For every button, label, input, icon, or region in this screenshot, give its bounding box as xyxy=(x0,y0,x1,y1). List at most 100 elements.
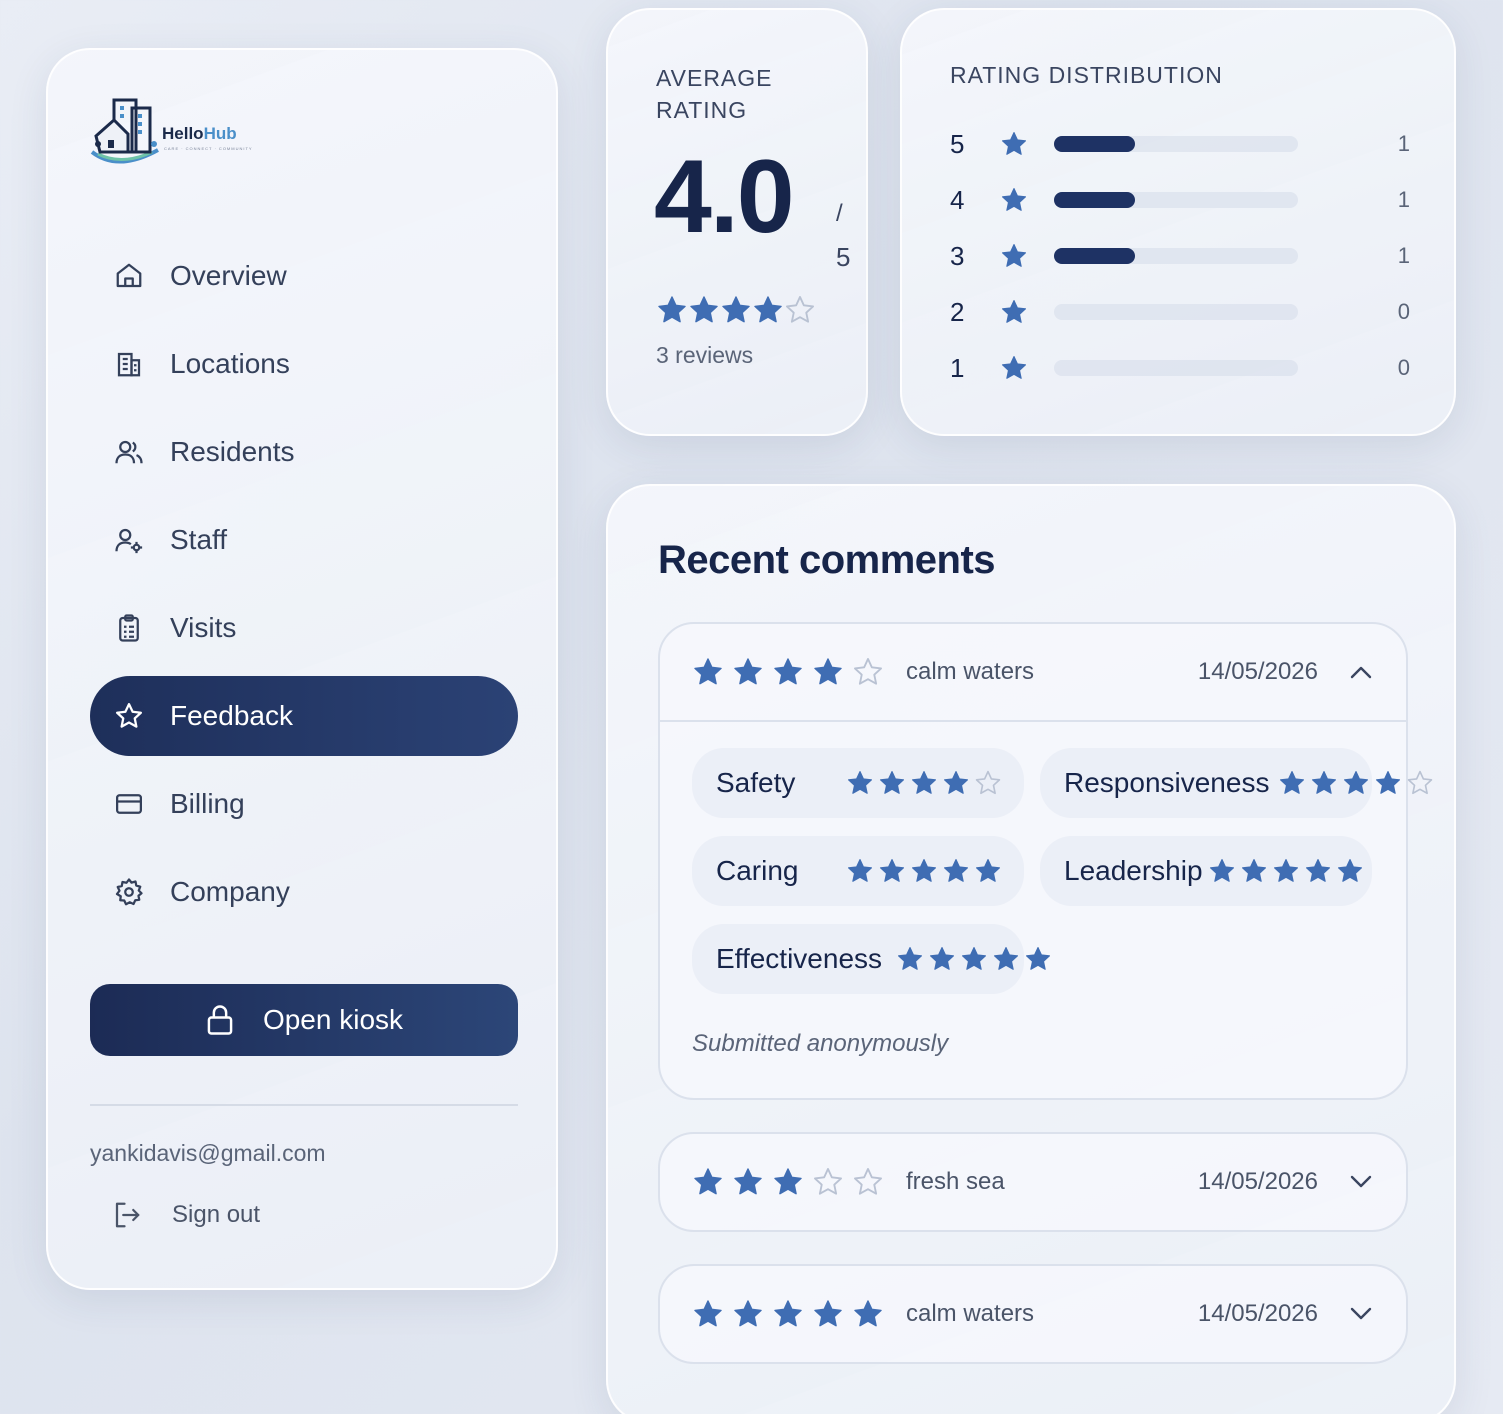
sidebar-divider xyxy=(90,1104,518,1106)
open-kiosk-button[interactable]: Open kiosk xyxy=(90,984,518,1056)
star-filled-icon xyxy=(975,858,1001,882)
distribution-bar-fill xyxy=(1054,136,1135,152)
card-icon xyxy=(112,787,146,821)
star-filled-icon xyxy=(694,1300,722,1327)
sidebar-item-overview[interactable]: Overview xyxy=(90,236,518,316)
comment-item: fresh sea 14/05/2026 xyxy=(658,1132,1408,1232)
star-filled-icon xyxy=(1001,243,1027,267)
distribution-row-3: 3 1 xyxy=(950,236,1410,276)
criterion-label: Leadership xyxy=(1064,855,1203,886)
user-gear-icon xyxy=(112,523,146,557)
star-filled-icon xyxy=(1001,187,1027,211)
open-kiosk-label: Open kiosk xyxy=(262,1004,404,1035)
comment-star-row xyxy=(692,1166,884,1198)
star-filled-icon xyxy=(774,1300,802,1327)
comment-header[interactable]: calm waters 14/05/2026 xyxy=(660,1266,1406,1362)
building-icon xyxy=(112,347,146,381)
chevron-down-icon[interactable] xyxy=(1350,1175,1372,1189)
users-icon xyxy=(112,435,146,469)
rating-max: 5 xyxy=(836,242,851,272)
comment-header[interactable]: calm waters 14/05/2026 xyxy=(660,624,1406,720)
distribution-bar-fill xyxy=(1054,248,1135,264)
criterion-star-row xyxy=(846,769,1002,797)
distribution-star-value: 1 xyxy=(950,352,965,383)
sidebar-item-label: Feedback xyxy=(170,700,293,731)
comment-details: Safety Responsiveness Caring Leadership … xyxy=(660,720,1433,1098)
distribution-star-value: 3 xyxy=(950,240,965,271)
sidebar-nav: Overview Locations Residents Staff Visit… xyxy=(90,236,518,940)
home-icon xyxy=(112,259,146,293)
criterion-star-row xyxy=(1278,769,1434,797)
star-icon xyxy=(1000,298,1036,326)
sidebar-item-company[interactable]: Company xyxy=(90,852,518,932)
star-filled-icon xyxy=(929,946,955,970)
star-filled-icon xyxy=(1311,770,1337,794)
sign-out-label: Sign out xyxy=(172,1201,261,1228)
criterion-label: Caring xyxy=(716,855,799,886)
average-rating-card: AVERAGE RATING 4.0 / 5 3 reviews xyxy=(606,8,868,436)
comment-header[interactable]: fresh sea 14/05/2026 xyxy=(660,1134,1406,1230)
anonymous-note: Submitted anonymously xyxy=(692,1030,949,1057)
criterion-caring: Caring xyxy=(692,836,1024,906)
comment-star-row xyxy=(692,1298,884,1330)
hellohub-logo[interactable]: HelloHub CARE · CONNECT · COMMUNITY xyxy=(88,90,258,168)
building-logo-icon xyxy=(90,98,159,164)
sidebar-item-label: Billing xyxy=(170,788,245,819)
star-filled-icon xyxy=(879,858,905,882)
review-count: 3 reviews xyxy=(656,342,754,368)
distribution-star-value: 2 xyxy=(950,296,965,327)
star-filled-icon xyxy=(1209,858,1235,882)
distribution-bar xyxy=(1054,360,1298,376)
star-filled-icon xyxy=(1375,770,1401,794)
sidebar-item-feedback[interactable]: Feedback xyxy=(90,676,518,756)
star-filled-icon xyxy=(658,296,686,323)
star-filled-icon xyxy=(911,770,937,794)
distribution-row-4: 4 1 xyxy=(950,180,1410,220)
comment-item: calm waters 14/05/2026 xyxy=(658,1264,1408,1364)
star-filled-icon xyxy=(1025,946,1051,970)
distribution-count: 0 xyxy=(1397,355,1410,380)
star-filled-icon xyxy=(1001,131,1027,155)
sign-out-button[interactable]: Sign out xyxy=(112,1200,260,1230)
star-filled-icon xyxy=(1279,770,1305,794)
chevron-down-icon[interactable] xyxy=(1350,1307,1372,1321)
criterion-label: Safety xyxy=(716,767,796,798)
comment-star-row xyxy=(692,656,884,688)
criterion-safety: Safety xyxy=(692,748,1024,818)
star-filled-icon xyxy=(943,770,969,794)
star-filled-icon xyxy=(1337,858,1363,882)
star-empty-icon xyxy=(786,296,814,323)
sidebar-item-visits[interactable]: Visits xyxy=(90,588,518,668)
comment-author: calm waters xyxy=(906,658,1035,685)
star-filled-icon xyxy=(1305,858,1331,882)
star-filled-icon xyxy=(1001,299,1027,323)
star-filled-icon xyxy=(814,1300,842,1327)
rating-distribution-card: RATING DISTRIBUTION 5 1 4 1 3 1 2 0 1 0 xyxy=(900,8,1456,436)
star-filled-icon xyxy=(897,946,923,970)
average-star-row xyxy=(656,294,816,326)
distribution-star-value: 5 xyxy=(950,128,965,159)
comment-author: fresh sea xyxy=(906,1168,1005,1195)
gear-icon xyxy=(112,875,146,909)
criterion-responsiveness: Responsiveness xyxy=(1040,748,1433,818)
sidebar-item-staff[interactable]: Staff xyxy=(90,500,518,580)
criterion-leadership: Leadership xyxy=(1040,836,1372,906)
sidebar-item-residents[interactable]: Residents xyxy=(90,412,518,492)
comment-date: 14/05/2026 xyxy=(1197,1300,1318,1327)
distribution-bar xyxy=(1054,248,1298,264)
comment-date: 14/05/2026 xyxy=(1197,658,1318,685)
sidebar-item-label: Locations xyxy=(170,348,290,379)
sidebar-item-locations[interactable]: Locations xyxy=(90,324,518,404)
sign-out-icon xyxy=(112,1200,142,1230)
star-empty-icon xyxy=(1407,770,1433,795)
star-filled-icon xyxy=(774,658,802,685)
distribution-count: 1 xyxy=(1397,131,1410,156)
lock-icon xyxy=(205,1004,235,1036)
chevron-up-icon[interactable] xyxy=(1350,665,1372,679)
sidebar-item-billing[interactable]: Billing xyxy=(90,764,518,844)
distribution-bar xyxy=(1054,304,1298,320)
star-filled-icon xyxy=(694,658,722,685)
star-filled-icon xyxy=(722,296,750,323)
star-filled-icon xyxy=(814,658,842,685)
star-filled-icon xyxy=(943,858,969,882)
